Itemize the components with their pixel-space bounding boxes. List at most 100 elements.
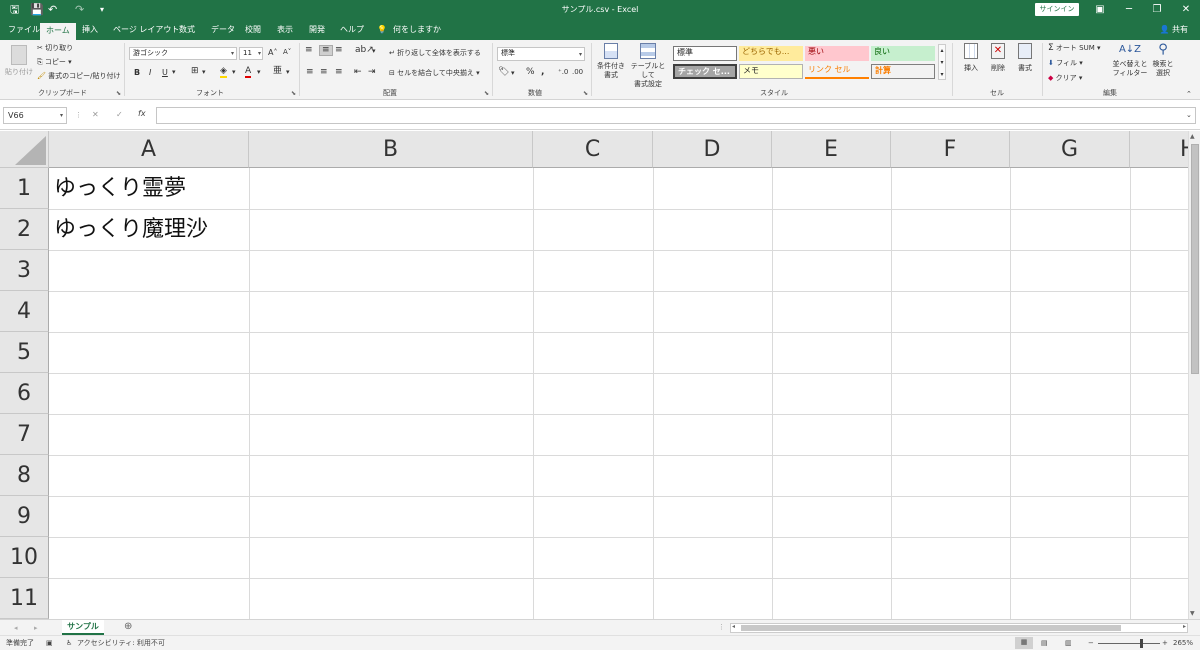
cancel-icon[interactable]: ✕ [92, 110, 99, 120]
zoom-out-icon[interactable]: − [1088, 638, 1094, 648]
decrease-decimal-icon[interactable]: .00 [572, 68, 583, 77]
format-as-table-button[interactable]: テーブルとして 書式設定 [628, 43, 668, 89]
align-bottom-icon[interactable]: ≡ [335, 46, 343, 55]
collapse-ribbon-icon[interactable]: ⌃ [1186, 90, 1192, 99]
page-break-view-icon[interactable]: ▥ [1065, 638, 1072, 648]
number-launcher-icon[interactable]: ⬊ [583, 90, 588, 97]
increase-indent-icon[interactable]: ⇥ [368, 68, 376, 77]
column-header-g[interactable]: G [1010, 131, 1130, 168]
style-neutral[interactable]: どちらでも... [739, 46, 803, 61]
zoom-level[interactable]: 265% [1173, 638, 1193, 648]
styles-scroll-icon[interactable]: ▴ ▾ ▾ [938, 44, 946, 80]
style-good[interactable]: 良い [871, 46, 935, 61]
font-launcher-icon[interactable]: ⬊ [291, 90, 296, 97]
style-linked-cell[interactable]: リンク セル [805, 64, 869, 79]
clipboard-launcher-icon[interactable]: ⬊ [116, 90, 121, 97]
align-left-icon[interactable]: ≡ [306, 68, 314, 77]
align-center-icon[interactable]: ≡ [320, 68, 328, 77]
paste-button[interactable]: 貼り付け [5, 43, 33, 83]
share-button[interactable]: 👤 共有 [1159, 24, 1188, 35]
scroll-left-icon[interactable]: ◂ [732, 623, 735, 630]
chevron-down-icon[interactable]: ▾ [232, 68, 236, 77]
find-select-button[interactable]: ⚲ 検索と 選択 [1150, 43, 1176, 78]
column-header-b[interactable]: B [249, 131, 533, 168]
bold-icon[interactable]: B [134, 68, 140, 77]
column-header-a[interactable]: A [49, 131, 249, 168]
row-header-6[interactable]: 6 [0, 373, 49, 414]
conditional-format-button[interactable]: 条件付き 書式 [596, 43, 626, 80]
align-middle-icon[interactable]: ≡ [319, 45, 333, 56]
align-top-icon[interactable]: ≡ [305, 46, 313, 55]
insert-function-button[interactable]: fx [138, 109, 146, 119]
column-header-h[interactable]: H [1130, 131, 1188, 168]
formula-input[interactable] [156, 107, 1196, 124]
tab-view[interactable]: 表示 [277, 24, 293, 36]
fill-color-icon[interactable]: ◈ [220, 67, 227, 78]
style-normal[interactable]: 標準 [673, 46, 737, 61]
horizontal-scroll-thumb[interactable] [741, 625, 1121, 631]
macro-record-icon[interactable]: ▣ [46, 638, 53, 648]
clear-button[interactable]: ◆ クリア ▾ [1048, 74, 1082, 83]
increase-decimal-icon[interactable]: ⁺.0 [558, 68, 568, 77]
expand-formula-icon[interactable]: ⌄ [1186, 110, 1192, 120]
enter-icon[interactable]: ✓ [116, 110, 123, 120]
cell-a2[interactable]: ゆっくり魔理沙 [54, 209, 208, 250]
sheet-tab-sample[interactable]: サンプル [62, 620, 104, 635]
orientation-icon[interactable]: ab↗ [355, 46, 374, 55]
chevron-down-icon[interactable]: ▾ [372, 47, 376, 56]
column-header-e[interactable]: E [772, 131, 891, 168]
align-right-icon[interactable]: ≡ [335, 68, 343, 77]
tab-split-handle[interactable]: ⋮ [718, 622, 725, 632]
row-header-4[interactable]: 4 [0, 291, 49, 332]
style-check-cell[interactable]: チェック セ... [673, 64, 737, 79]
tab-home[interactable]: ホーム [40, 23, 76, 40]
worksheet-grid[interactable]: A B C D E F G H 1 2 3 4 5 6 7 8 9 10 11 [0, 131, 1188, 619]
normal-view-icon[interactable]: ▦ [1015, 637, 1033, 649]
percent-icon[interactable]: % [526, 68, 535, 77]
tab-data[interactable]: データ [211, 24, 235, 36]
tab-file[interactable]: ファイル [8, 24, 40, 36]
style-note[interactable]: メモ [739, 64, 803, 79]
zoom-slider[interactable] [1098, 643, 1160, 644]
autosum-button[interactable]: Σ オート SUM ▾ [1048, 44, 1101, 53]
column-header-d[interactable]: D [653, 131, 772, 168]
style-calculation[interactable]: 計算 [871, 64, 935, 79]
cut-button[interactable]: ✂ 切り取り [37, 44, 73, 53]
name-box[interactable]: V66 ▾ [3, 107, 67, 124]
decrease-font-icon[interactable]: A˅ [283, 48, 291, 57]
alignment-launcher-icon[interactable]: ⬊ [484, 90, 489, 97]
chevron-down-icon[interactable]: ▾ [172, 68, 176, 77]
zoom-slider-thumb[interactable] [1140, 639, 1143, 648]
number-format-select[interactable]: 標準 ▾ [497, 47, 585, 61]
row-header-2[interactable]: 2 [0, 209, 49, 250]
merge-center-button[interactable]: ⊟ セルを結合して中央揃え ▾ [389, 69, 480, 78]
chevron-down-icon[interactable]: ▾ [257, 68, 261, 77]
signin-button[interactable]: サインイン [1035, 3, 1079, 16]
sort-filter-button[interactable]: A↓Z 並べ替えと フィルター [1112, 43, 1148, 78]
row-header-7[interactable]: 7 [0, 414, 49, 455]
row-header-11[interactable]: 11 [0, 578, 49, 619]
underline-icon[interactable]: U [162, 68, 168, 77]
tab-review[interactable]: 校閲 [245, 24, 261, 36]
chevron-down-icon[interactable]: ▾ [202, 68, 206, 77]
vertical-scrollbar[interactable]: ▲ ▼ [1188, 131, 1200, 619]
horizontal-scrollbar[interactable]: ◂ ▸ [730, 623, 1188, 633]
fill-button[interactable]: ⬇ フィル ▾ [1048, 59, 1083, 68]
chevron-down-icon[interactable]: ▾ [511, 69, 515, 78]
zoom-in-icon[interactable]: + [1162, 638, 1168, 648]
restore-icon[interactable]: ❐ [1147, 3, 1167, 17]
border-icon[interactable]: ⊞ [191, 67, 199, 76]
row-header-3[interactable]: 3 [0, 250, 49, 291]
italic-icon[interactable]: I [149, 68, 151, 77]
accessibility-status[interactable]: アクセシビリティ: 利用不可 [77, 638, 165, 648]
copy-button[interactable]: ⎘ コピー ▾ [37, 58, 72, 67]
row-header-8[interactable]: 8 [0, 455, 49, 496]
chevron-down-icon[interactable]: ▾ [286, 68, 290, 77]
row-header-10[interactable]: 10 [0, 537, 49, 578]
style-bad[interactable]: 悪い [805, 46, 869, 61]
font-color-icon[interactable]: A [245, 66, 252, 78]
column-header-f[interactable]: F [891, 131, 1010, 168]
scroll-down-icon[interactable]: ▼ [1190, 610, 1195, 617]
add-sheet-icon[interactable]: ⊕ [124, 622, 132, 632]
format-painter-button[interactable]: 🖌 書式のコピー/貼り付け [37, 72, 120, 81]
